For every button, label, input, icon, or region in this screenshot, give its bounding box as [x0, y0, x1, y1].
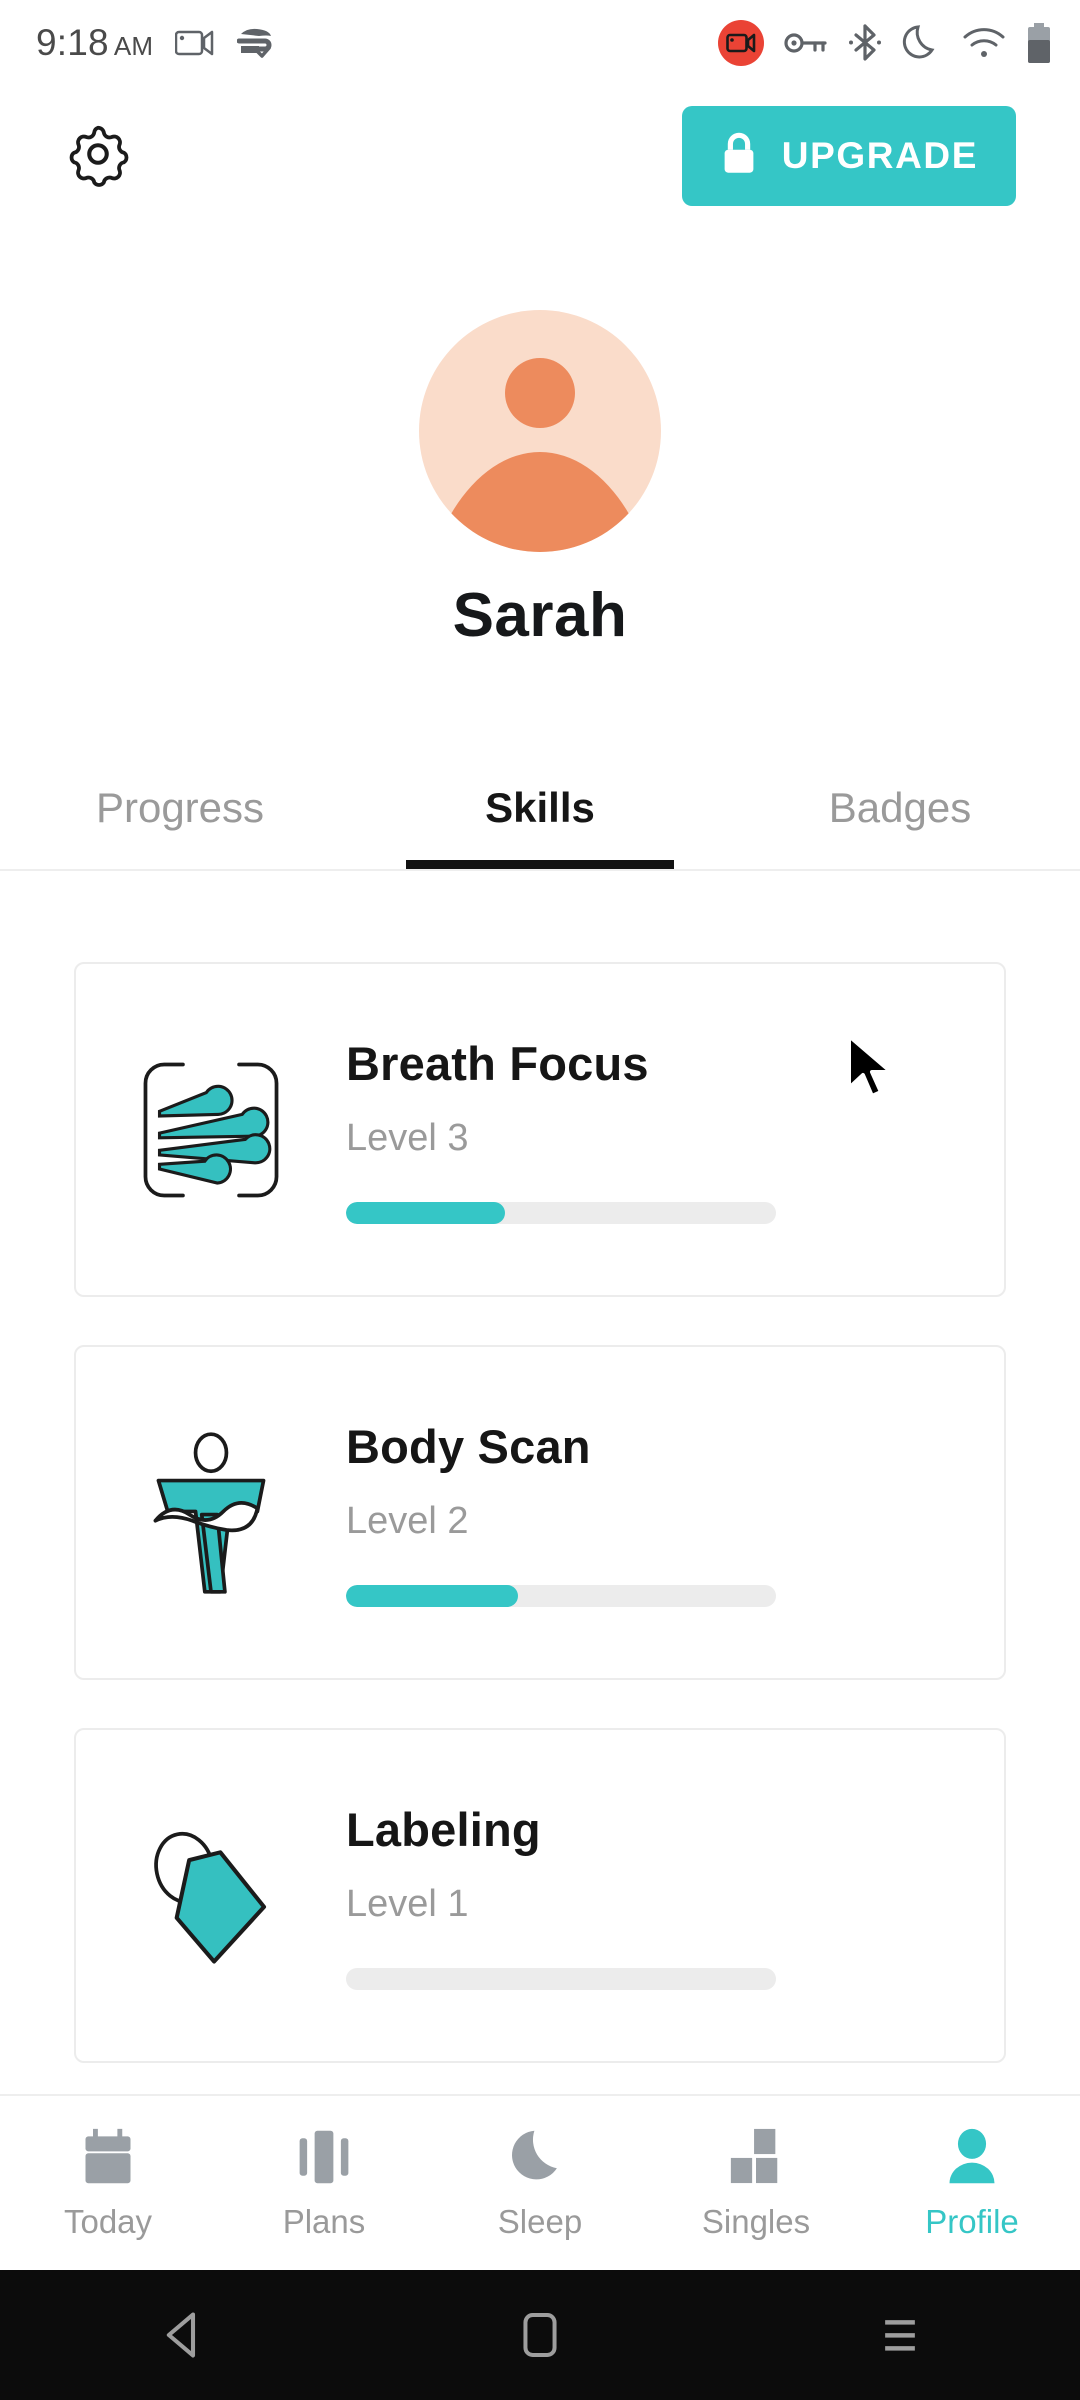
labeling-tag-icon — [76, 1728, 346, 2063]
tab-skills-label: Skills — [485, 784, 595, 831]
skill-level: Level 1 — [346, 1882, 469, 1925]
video-camera-icon — [175, 28, 215, 58]
nav-item-sleep[interactable]: Sleep — [432, 2125, 648, 2241]
bottom-nav: Today Plans Sleep Singles Profile — [0, 2096, 1080, 2270]
skill-level: Level 3 — [346, 1116, 469, 1159]
tab-skills[interactable]: Skills — [360, 745, 720, 871]
home-square-icon — [523, 2313, 557, 2357]
lock-icon — [720, 131, 758, 182]
nav-item-profile[interactable]: Profile — [864, 2125, 1080, 2241]
tab-badges-label: Badges — [828, 784, 972, 831]
android-navigation-bar — [0, 2270, 1080, 2400]
app-header: UPGRADE — [0, 86, 1080, 226]
data-saver-check-icon — [237, 26, 277, 60]
screen-record-icon — [718, 20, 764, 66]
avatar-head-icon — [505, 358, 575, 428]
skill-card-body: Body Scan Level 2 — [346, 1419, 1004, 1607]
bluetooth-icon — [848, 24, 882, 62]
calendar-icon — [79, 2125, 137, 2187]
nav-item-singles[interactable]: Singles — [648, 2125, 864, 2241]
breath-focus-icon — [76, 962, 346, 1297]
status-bar-left: 9:18 AM — [36, 22, 277, 64]
recents-lines-icon — [885, 2320, 915, 2351]
status-bar-right — [718, 20, 1052, 66]
nav-label-plans: Plans — [282, 2203, 366, 2240]
avatar[interactable] — [419, 310, 661, 552]
nav-item-plans[interactable]: Plans — [216, 2125, 432, 2241]
person-icon — [943, 2125, 1001, 2187]
clock-time: 9:18 — [36, 22, 109, 63]
nav-label-profile: Profile — [925, 2203, 1019, 2240]
skill-progress-bar — [346, 1967, 776, 1990]
skill-title: Breath Focus — [346, 1036, 649, 1090]
skill-card-labeling[interactable]: Labeling Level 1 — [74, 1728, 1006, 2063]
tabs-divider — [0, 869, 1080, 871]
body-scan-icon — [76, 1345, 346, 1680]
skill-card-body: Breath Focus Level 3 — [346, 1036, 1004, 1224]
back-button[interactable] — [120, 2270, 240, 2400]
page-title: Sarah — [452, 581, 628, 650]
vpn-key-icon — [784, 30, 828, 56]
status-bar-clock: 9:18 AM — [36, 22, 153, 64]
nav-label-singles: Singles — [701, 2203, 811, 2240]
settings-button[interactable] — [58, 116, 138, 196]
app-screen: 9:18 AM UPGRADE Sarah Progress Skills Ba… — [0, 0, 1080, 2400]
blocks-icon — [730, 2128, 778, 2184]
wifi-icon — [962, 26, 1006, 60]
skills-list: Breath Focus Level 3 Body Scan Level 2 L… — [0, 962, 1080, 2111]
battery-icon — [1026, 22, 1052, 64]
skill-card-body-scan[interactable]: Body Scan Level 2 — [74, 1345, 1006, 1680]
upgrade-label: UPGRADE — [781, 135, 978, 176]
profile-tabs: Progress Skills Badges — [0, 745, 1080, 871]
nav-label-sleep: Sleep — [497, 2203, 583, 2240]
moon-icon — [511, 2125, 569, 2187]
status-bar: 9:18 AM — [0, 0, 1080, 86]
recents-button[interactable] — [840, 2270, 960, 2400]
nav-item-today[interactable]: Today — [0, 2125, 216, 2241]
do-not-disturb-moon-icon — [902, 22, 942, 64]
tab-progress-label: Progress — [95, 784, 265, 831]
skill-progress-fill — [346, 1584, 518, 1607]
nav-label-today: Today — [63, 2203, 153, 2240]
skill-title: Body Scan — [346, 1419, 591, 1473]
bars-icon — [295, 2125, 353, 2187]
back-triangle-icon — [166, 2312, 196, 2358]
skill-card-body: Labeling Level 1 — [346, 1802, 1004, 1990]
tab-progress[interactable]: Progress — [0, 745, 360, 871]
skill-card-breath-focus[interactable]: Breath Focus Level 3 — [74, 962, 1006, 1297]
home-button[interactable] — [480, 2270, 600, 2400]
avatar-body-icon — [419, 452, 661, 552]
skill-progress-fill — [346, 1201, 506, 1224]
gear-icon — [63, 119, 133, 194]
tab-badges[interactable]: Badges — [720, 745, 1080, 871]
upgrade-button[interactable]: UPGRADE — [681, 106, 1016, 206]
skill-title: Labeling — [346, 1802, 541, 1856]
skill-level: Level 2 — [346, 1499, 469, 1542]
skill-progress-bar — [346, 1201, 776, 1224]
skill-progress-bar — [346, 1584, 776, 1607]
clock-meridiem: AM — [113, 31, 154, 61]
